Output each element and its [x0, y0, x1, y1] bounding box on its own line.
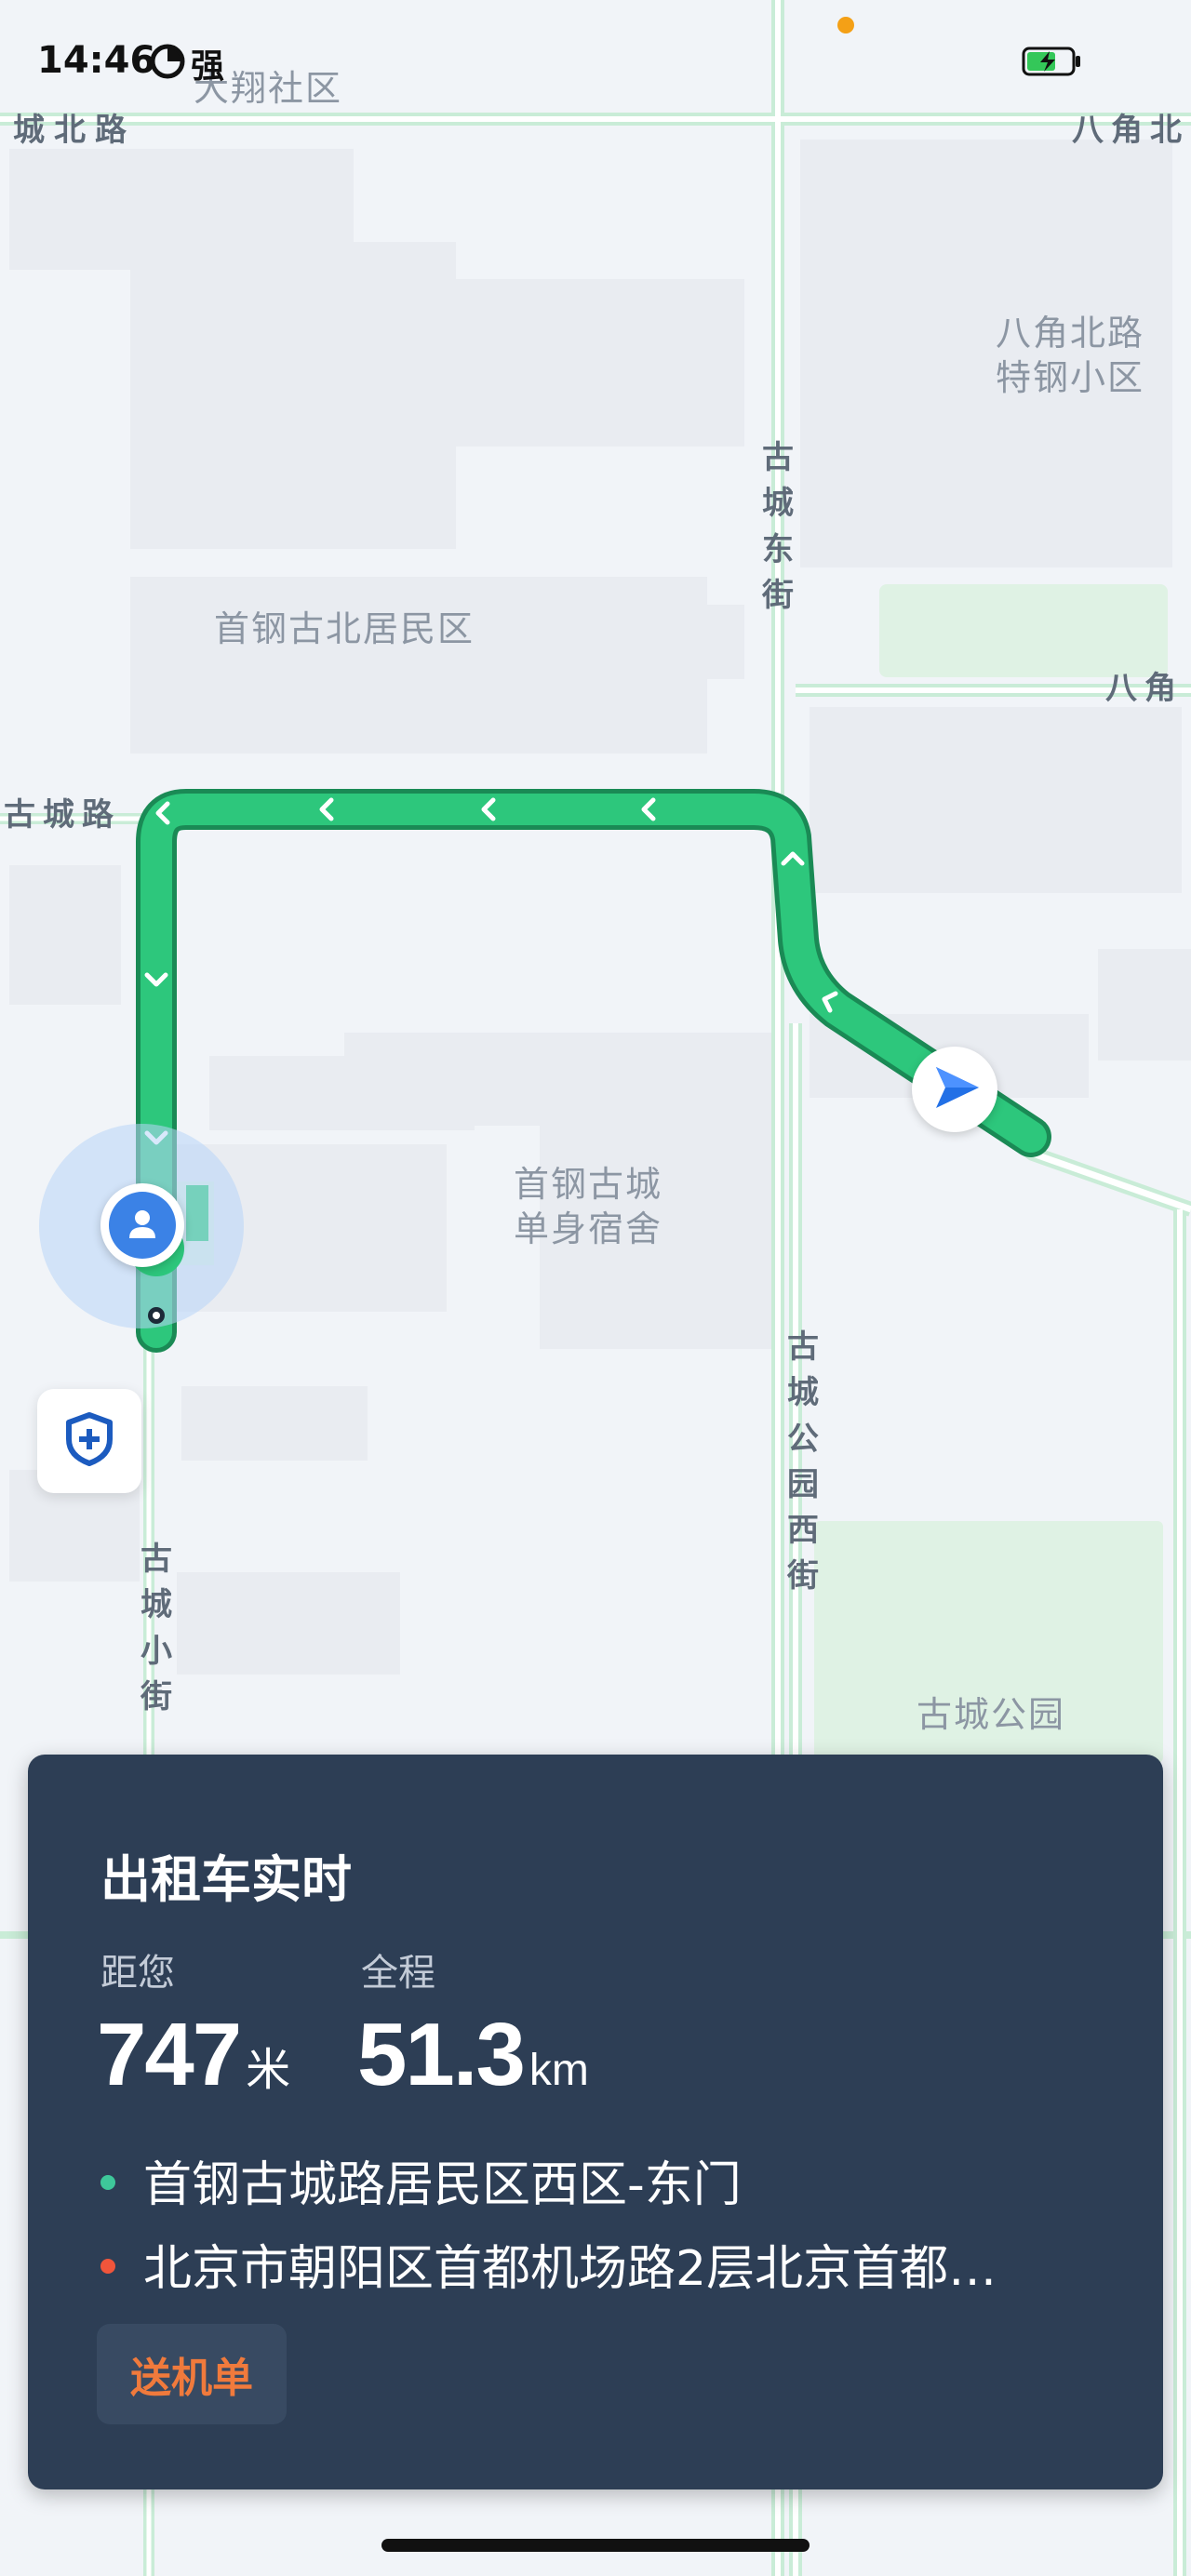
total-unit: km	[529, 2046, 589, 2095]
passenger-avatar[interactable]	[100, 1183, 184, 1267]
area-label-shougang-dorm: 首钢古城 单身宿舍	[514, 1164, 663, 1249]
shield-plus-icon	[63, 1411, 115, 1471]
origin-address: 首钢古城路居民区西区-东门	[143, 2157, 742, 2213]
road-label-chengbei: 城北路	[13, 112, 136, 149]
taxi-location-marker	[912, 1047, 997, 1132]
road-label-gucheng-park-west: 古城公园西街	[787, 1328, 819, 1595]
safety-center-button[interactable]	[37, 1389, 141, 1493]
road-label-gucheng-east: 古城东街	[762, 439, 794, 614]
total-value: 51.3	[357, 2005, 526, 2104]
road-label-gucheng-road: 古城路	[4, 796, 121, 834]
distance-unit: 米	[246, 2046, 291, 2095]
origin-row: 首钢古城路居民区西区-东门	[100, 2145, 742, 2215]
distance-value-group: 747 米	[97, 2004, 290, 2106]
taxi-info-card[interactable]: 出租车实时 距您 747 米 全程 51.3 km 首钢古城路居民区西区-东门 北京…	[28, 1755, 1163, 2489]
destination-dot	[100, 2259, 115, 2274]
area-label-bajiao-tegang: 八角北路 特钢小区	[996, 313, 1145, 398]
destination-row: 北京市朝阳区首都机场路2层北京首都…	[100, 2229, 997, 2299]
distance-label: 距您	[100, 1952, 175, 1995]
card-title: 出租车实时	[100, 1850, 352, 1909]
distance-value: 747	[97, 2005, 242, 2104]
road-label-gucheng-small: 古城小街	[141, 1541, 172, 1715]
home-indicator[interactable]	[381, 2539, 810, 2552]
area-label-shougang-gubei: 首钢古北居民区	[214, 608, 475, 649]
person-icon	[109, 1192, 176, 1259]
navigation-arrow-icon	[927, 1060, 983, 1119]
area-label-gucheng-park: 古城公园	[917, 1694, 1066, 1735]
airport-dropoff-tag: 送机单	[97, 2324, 287, 2424]
road-label-bajiao-north-mid: 八角	[1105, 670, 1184, 707]
destination-address: 北京市朝阳区首都机场路2层北京首都…	[143, 2241, 997, 2297]
total-label: 全程	[361, 1952, 435, 1995]
total-value-group: 51.3 km	[357, 2004, 589, 2106]
area-label-daxiang: 大翔社区	[194, 68, 343, 109]
road-label-bajiao-north-top: 八角北	[1072, 112, 1189, 149]
origin-dot	[100, 2175, 115, 2190]
